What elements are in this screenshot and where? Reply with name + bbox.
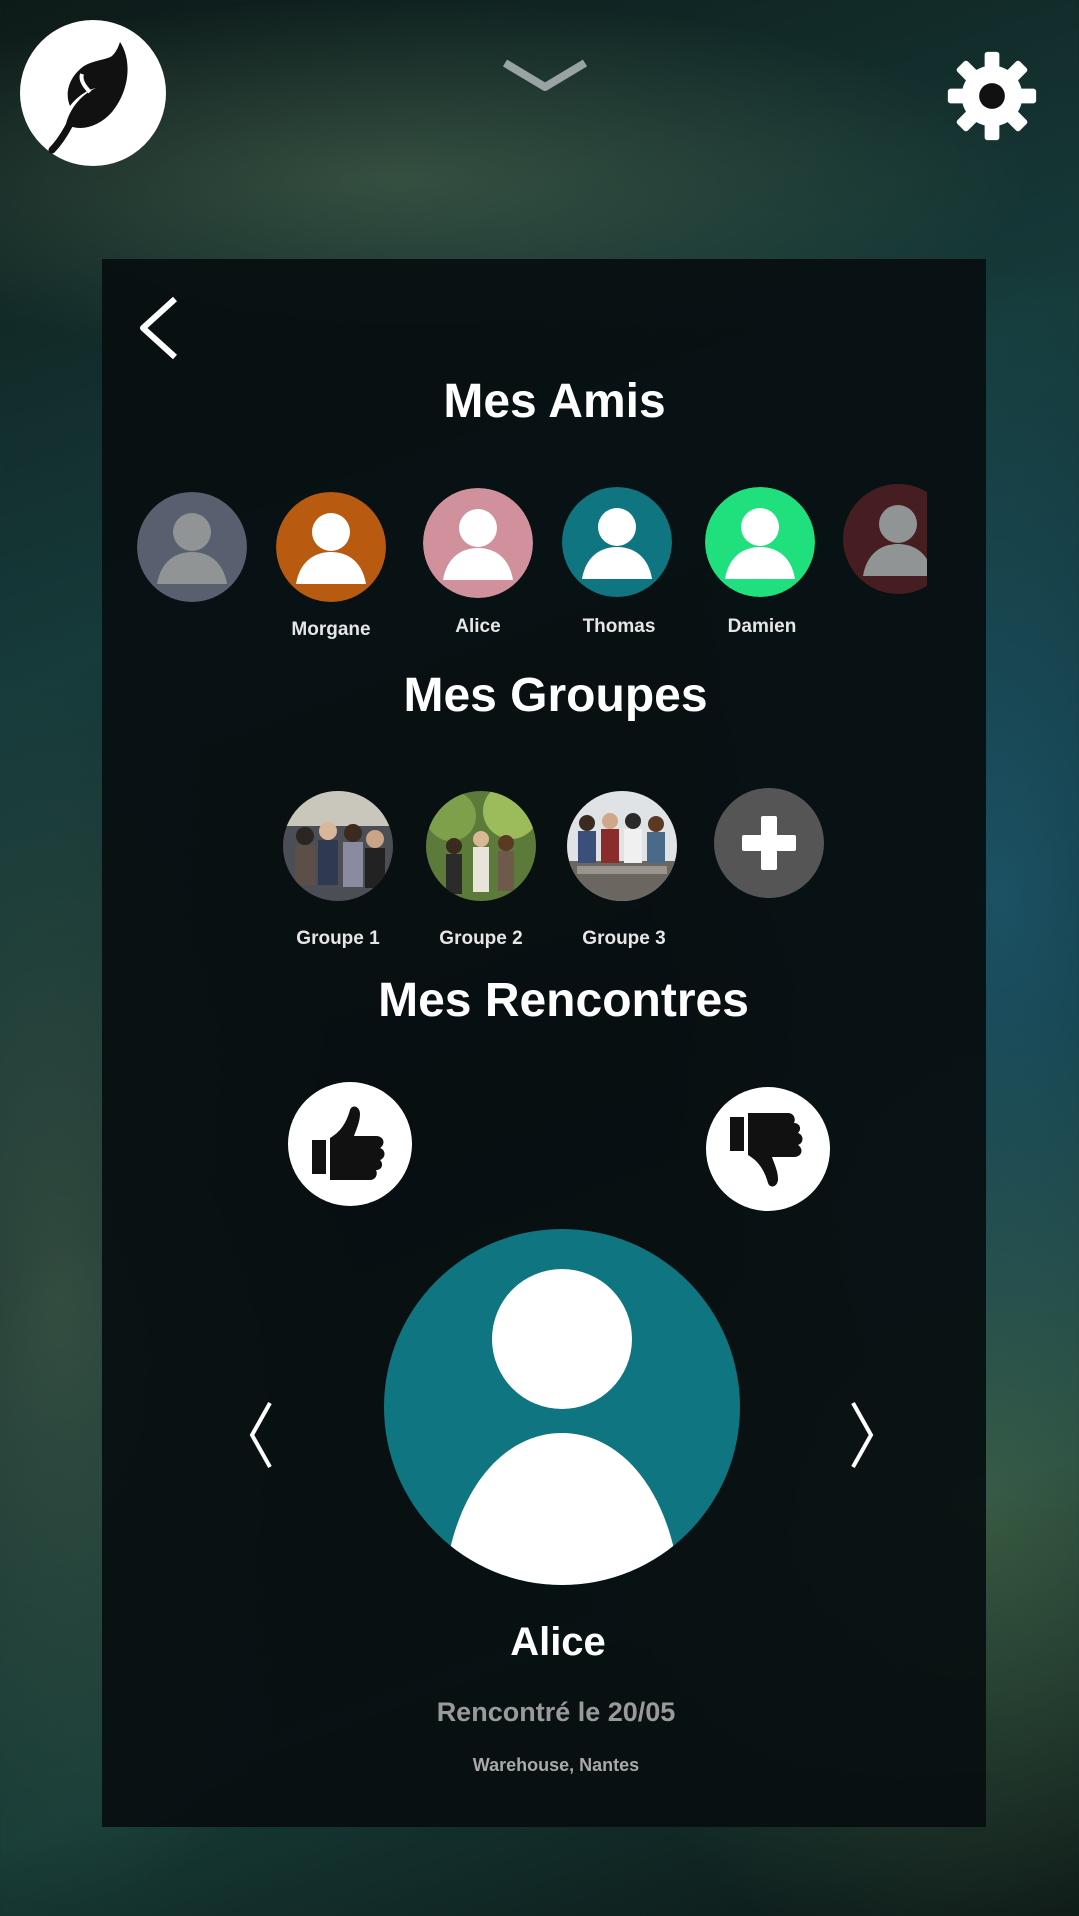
collapse-button[interactable] (500, 55, 590, 95)
person-icon (562, 487, 672, 597)
group-photo (426, 791, 536, 901)
group-avatar-3[interactable] (567, 791, 677, 901)
friend-avatar-damien[interactable] (705, 487, 815, 597)
main-panel (102, 259, 986, 1827)
app-logo[interactable] (20, 20, 166, 166)
encounter-avatar[interactable] (384, 1229, 740, 1585)
gear-icon (947, 51, 1037, 141)
group-photo (283, 791, 393, 901)
friends-title: Mes Amis (443, 375, 666, 428)
friend-name: Thomas (582, 616, 656, 637)
plus-icon (742, 816, 796, 870)
back-button[interactable] (135, 295, 185, 361)
chevron-right-icon (851, 1402, 874, 1468)
friend-avatar-alice[interactable] (423, 488, 533, 598)
settings-button[interactable] (946, 50, 1038, 142)
chevron-left-icon (140, 296, 178, 360)
leaf-logo-icon (48, 42, 128, 154)
group-avatar-2[interactable] (426, 791, 536, 901)
person-icon (705, 487, 815, 597)
encounter-name: Alice (510, 1620, 606, 1664)
friend-avatar-morgane[interactable] (276, 492, 386, 602)
friend-name: Damien (727, 616, 797, 637)
group-photo (567, 791, 677, 901)
dislike-button[interactable] (706, 1087, 830, 1211)
chevron-down-icon (502, 59, 588, 91)
thumbs-up-icon (312, 1106, 385, 1180)
group-name: Groupe 1 (296, 928, 380, 949)
groups-title: Mes Groupes (403, 669, 708, 722)
thumbs-down-icon (730, 1113, 803, 1187)
chevron-left-icon (249, 1402, 272, 1468)
person-icon (423, 488, 533, 598)
friend-name: Morgane (291, 619, 371, 640)
encounter-date: Rencontré le 20/05 (436, 1697, 676, 1727)
encounter-place: Warehouse, Nantes (472, 1755, 640, 1775)
group-avatar-1[interactable] (283, 791, 393, 901)
person-icon (444, 1269, 680, 1585)
person-icon (276, 492, 386, 602)
encounters-title: Mes Rencontres (378, 974, 749, 1027)
like-button[interactable] (288, 1082, 412, 1206)
group-name: Groupe 2 (439, 928, 523, 949)
next-encounter-button[interactable] (843, 1399, 879, 1471)
friend-name: Alice (455, 616, 501, 637)
friend-avatar[interactable] (137, 492, 247, 602)
group-name: Groupe 3 (582, 928, 666, 949)
add-group-button[interactable] (714, 788, 824, 898)
friend-avatar-thomas[interactable] (562, 487, 672, 597)
person-icon (137, 492, 247, 602)
previous-encounter-button[interactable] (244, 1399, 280, 1471)
